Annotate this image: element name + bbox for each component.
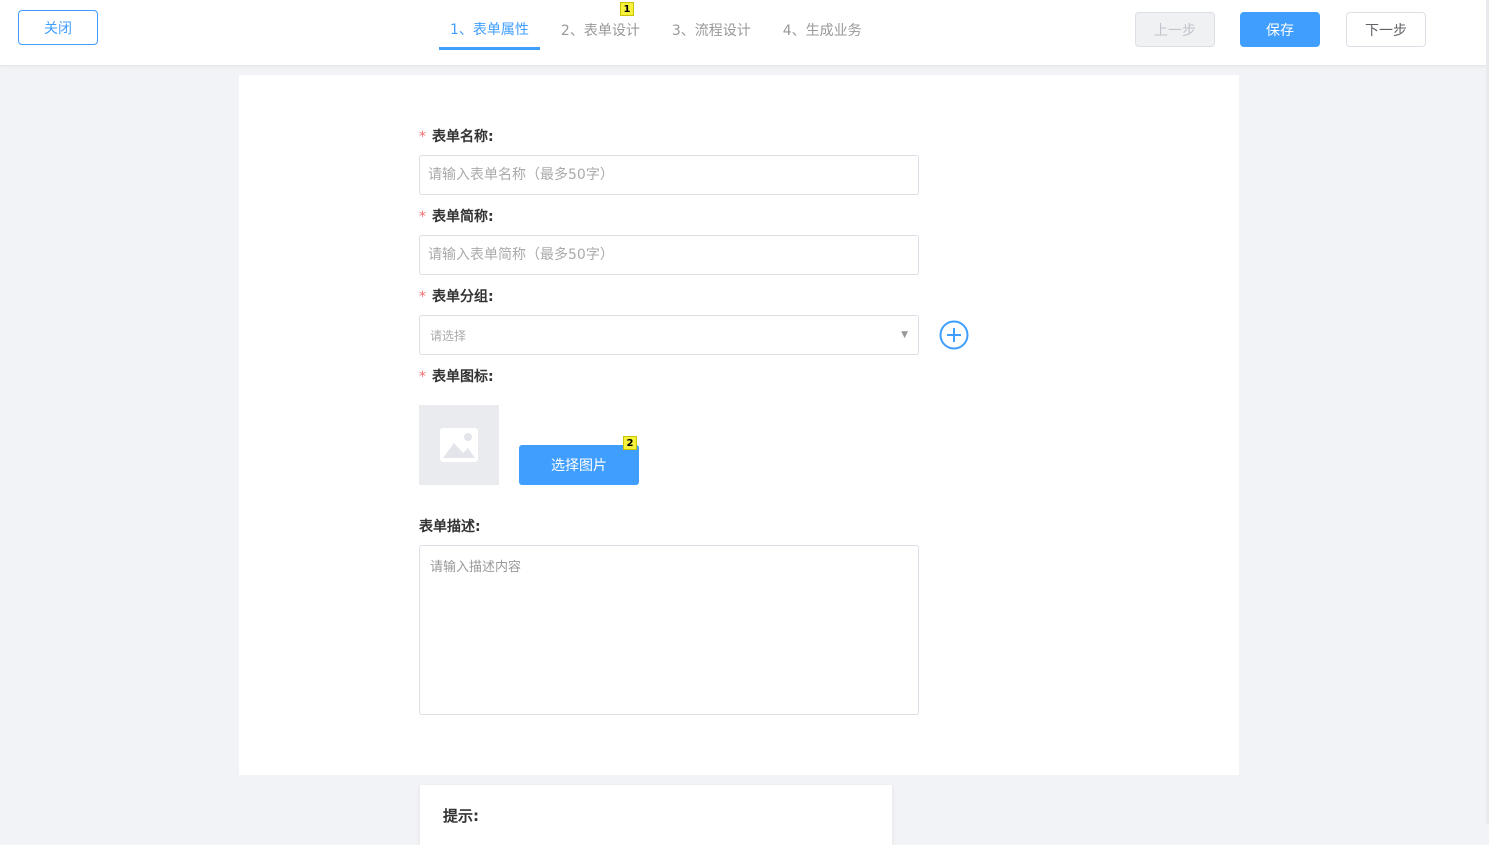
required-mark: *: [419, 209, 426, 225]
form-short-name-input[interactable]: [419, 235, 919, 275]
tab-label: 3、流程设计: [671, 23, 751, 39]
tab-label: 4、生成业务: [782, 23, 862, 39]
form-group-select[interactable]: 请选择 ▼: [419, 315, 919, 355]
tip-title: 提示:: [443, 807, 479, 825]
add-group-icon[interactable]: [939, 320, 969, 350]
tab-form-properties[interactable]: 1、表单属性: [439, 0, 540, 50]
tab-label: 2、表单设计: [560, 23, 640, 39]
form-description-textarea[interactable]: [419, 545, 919, 715]
icon-preview: [419, 405, 499, 485]
form-group-label: * 表单分组:: [419, 286, 494, 306]
tab-form-design[interactable]: 2、表单设计 1: [550, 0, 651, 50]
tab-process-design[interactable]: 3、流程设计: [661, 0, 762, 50]
form-icon-label: * 表单图标:: [419, 366, 494, 386]
required-mark: *: [419, 129, 426, 145]
form-short-name-label-text: 表单简称:: [432, 209, 494, 225]
form-icon-label-text: 表单图标:: [432, 369, 494, 385]
top-bar: 关闭 1、表单属性 2、表单设计 1 3、流程设计 4、生成业务 上一步 保存 …: [0, 0, 1486, 66]
step-tabs: 1、表单属性 2、表单设计 1 3、流程设计 4、生成业务: [439, 0, 883, 65]
caret-down-icon: ▼: [901, 330, 908, 340]
form-short-name-label: * 表单简称:: [419, 206, 494, 226]
save-button[interactable]: 保存: [1240, 12, 1320, 47]
annotation-badge-2: 2: [623, 436, 637, 450]
choose-image-label: 选择图片: [551, 458, 607, 474]
next-step-button[interactable]: 下一步: [1346, 12, 1426, 47]
required-mark: *: [419, 289, 426, 305]
tab-generate-business[interactable]: 4、生成业务: [772, 0, 873, 50]
required-mark: *: [419, 369, 426, 385]
form-name-input[interactable]: [419, 155, 919, 195]
choose-image-button[interactable]: 选择图片 2: [519, 436, 639, 485]
form-name-label: * 表单名称:: [419, 126, 494, 146]
close-button[interactable]: 关闭: [18, 10, 98, 45]
tab-label: 1、表单属性: [450, 21, 529, 38]
prev-step-button[interactable]: 上一步: [1135, 12, 1215, 47]
form-description-label: 表单描述:: [419, 519, 481, 535]
form-group-label-text: 表单分组:: [432, 289, 494, 305]
form-name-label-text: 表单名称:: [432, 129, 494, 145]
select-placeholder: 请选择: [430, 328, 467, 343]
image-placeholder-icon: [440, 428, 478, 462]
tip-card: 提示:: [420, 785, 892, 845]
annotation-badge-1: 1: [619, 2, 634, 16]
